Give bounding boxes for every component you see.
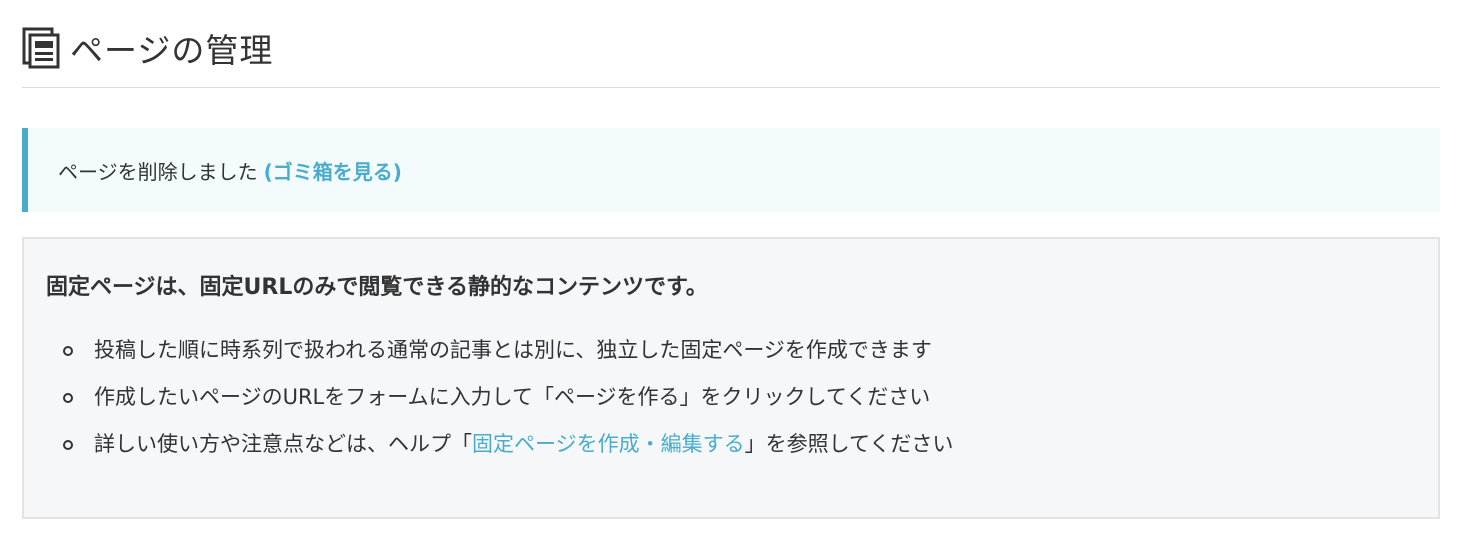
info-list: 投稿した順に時系列で扱われる通常の記事とは別に、独立した固定ページを作成できます… [46,327,1438,468]
help-create-page-link[interactable]: 固定ページを作成・編集する [472,432,745,456]
delete-notice: ページを削除しました (ゴミ箱を見る) [22,128,1440,212]
view-trash-link[interactable]: (ゴミ箱を見る) [264,156,402,185]
bullet-circle-icon [63,393,73,403]
list-item: 作成したいページのURLをフォームに入力して「ページを作る」をクリックしてくださ… [46,374,1438,421]
bullet-circle-icon [63,346,73,356]
notice-message: ページを削除しました [58,159,258,184]
info-box: 固定ページは、固定URLのみで閲覧できる静的なコンテンツです。 投稿した順に時系… [22,237,1440,519]
page-document-icon [22,27,60,69]
list-item-text: 投稿した順に時系列で扱われる通常の記事とは別に、独立した固定ページを作成できます [94,338,932,362]
list-item-prefix: 詳しい使い方や注意点などは、ヘルプ「 [94,432,472,456]
page-header: ページの管理 [22,0,1440,88]
list-item: 投稿した順に時系列で扱われる通常の記事とは別に、独立した固定ページを作成できます [46,327,1438,374]
info-heading: 固定ページは、固定URLのみで閲覧できる静的なコンテンツです。 [46,275,708,300]
list-item-suffix: 」を参照してください [744,432,954,456]
page-title: ページの管理 [70,30,274,70]
list-item-text: 作成したいページのURLをフォームに入力して「ページを作る」をクリックしてくださ… [94,385,931,409]
list-item: 詳しい使い方や注意点などは、ヘルプ「固定ページを作成・編集する」を参照してくださ… [46,421,1438,468]
bullet-circle-icon [63,440,73,450]
page-container: ページの管理 ページを削除しました (ゴミ箱を見る) 固定ページは、固定URLの… [22,0,1440,519]
